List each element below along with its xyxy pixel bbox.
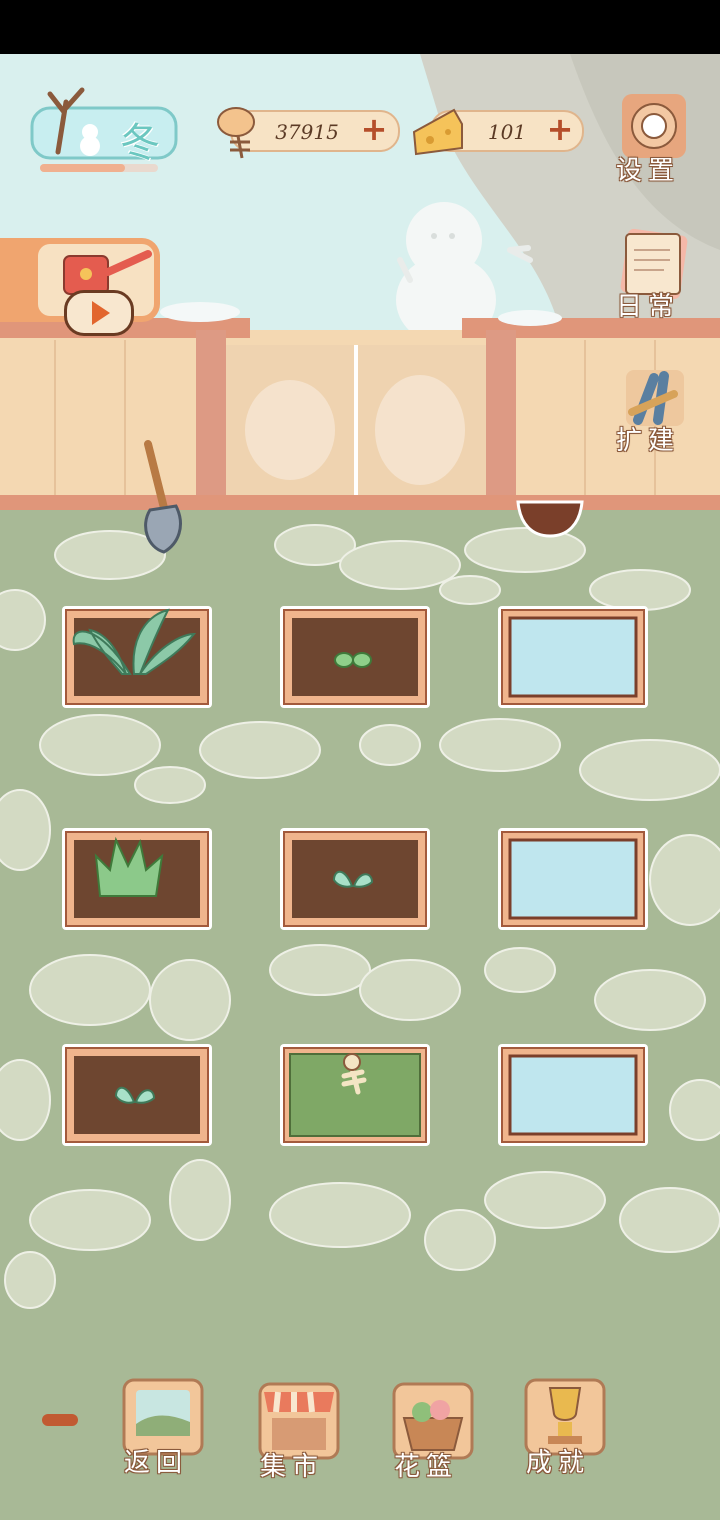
plot-grass-withered-icon [280, 1044, 430, 1146]
garden-plot-seedling[interactable] [278, 604, 432, 710]
daily-button[interactable]: 日常 [612, 228, 696, 324]
plot-empty-icon [498, 828, 648, 930]
plot-sprout-icon [62, 1044, 212, 1146]
flower-basket-button[interactable]: 花篮 [386, 1378, 482, 1488]
garden-plot-large-plant[interactable] [60, 604, 214, 710]
settings-label: 设置 [616, 156, 681, 186]
plot-empty-icon [498, 606, 648, 708]
watering-ad-button[interactable] [0, 236, 162, 336]
settings-button[interactable]: 设置 [612, 90, 696, 186]
season-widget[interactable]: 冬 [28, 72, 178, 172]
plot-seedling-icon [280, 606, 430, 708]
garden-plot-bush[interactable] [60, 826, 214, 932]
shovel-icon[interactable] [130, 436, 200, 560]
cheese-icon [412, 108, 463, 156]
market-label: 集市 [260, 1452, 325, 1482]
return-label: 返回 [124, 1448, 189, 1478]
bowl-icon[interactable] [514, 488, 586, 544]
season-progress-fill [40, 164, 125, 172]
cheese-currency: 101 + [410, 100, 584, 158]
market-button[interactable]: 集市 [252, 1378, 348, 1488]
collapse-handle[interactable] [42, 1414, 78, 1426]
plot-bush-icon [62, 828, 212, 930]
game-scene: 冬 37915 + 101 + 设置 日常 扩建 返回 集市 花篮 成就 [0, 0, 720, 1520]
fish-currency-value: 37915 [275, 120, 339, 144]
garden-plot-empty[interactable] [496, 604, 650, 710]
flower-basket-label: 花篮 [394, 1452, 459, 1482]
build-button[interactable]: 扩建 [612, 360, 696, 456]
season-progress-bar [40, 164, 158, 172]
garden-plot-sprout[interactable] [60, 1042, 214, 1148]
garden-plot-grass-withered[interactable] [278, 1042, 432, 1148]
garden-plot-sprout[interactable] [278, 826, 432, 932]
add-fish-button[interactable]: + [358, 113, 390, 146]
cheese-currency-value: 101 [487, 120, 527, 144]
garden-plot-empty[interactable] [496, 826, 650, 932]
garden-plot-empty[interactable] [496, 1042, 650, 1148]
plot-large-plant-icon [62, 606, 212, 708]
plot-empty-icon [498, 1044, 648, 1146]
build-label: 扩建 [616, 426, 681, 456]
play-video-icon [64, 290, 134, 336]
fish-currency: 37915 + [212, 100, 400, 159]
plot-sprout-icon [280, 828, 430, 930]
add-cheese-button[interactable]: + [544, 113, 576, 146]
achievements-label: 成就 [526, 1448, 591, 1478]
return-button[interactable]: 返回 [116, 1374, 212, 1484]
daily-label: 日常 [616, 292, 681, 322]
achievements-button[interactable]: 成就 [518, 1374, 614, 1484]
season-label: 冬 [120, 120, 160, 166]
